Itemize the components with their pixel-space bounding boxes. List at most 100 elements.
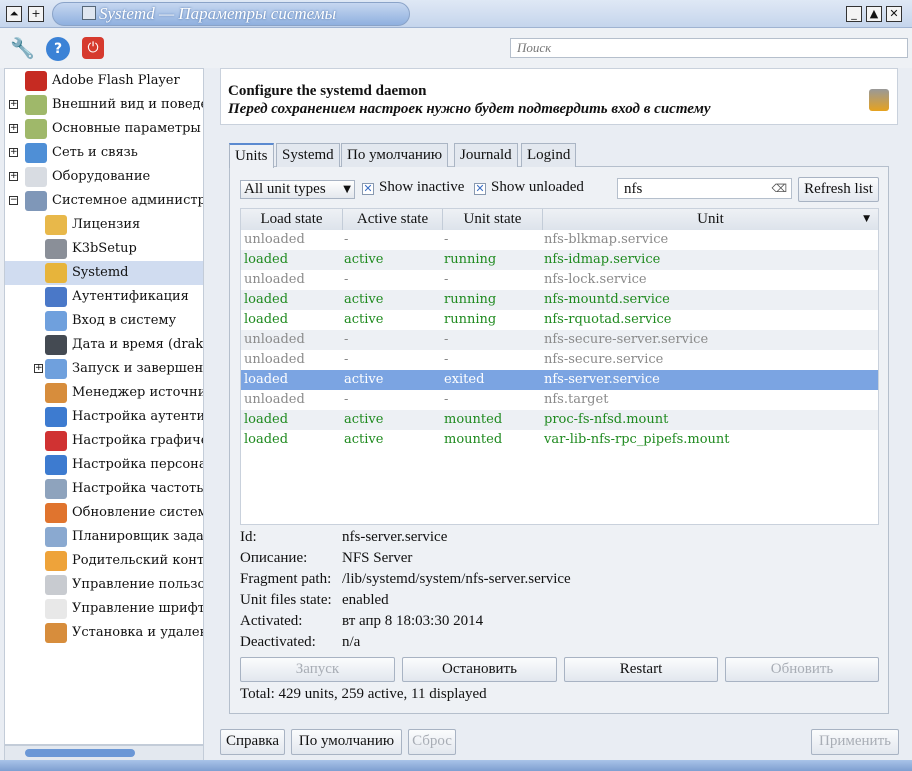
defaults-button[interactable]: По умолчанию: [291, 729, 402, 755]
tree-item[interactable]: + Сеть и связь: [5, 141, 203, 165]
tree-item[interactable]: + Основные параметры рабочей среды: [5, 117, 203, 141]
tree-item[interactable]: Systemd: [5, 261, 203, 285]
tree-item[interactable]: Настройка аутентификации: [5, 405, 203, 429]
table-cell: exited: [444, 372, 485, 387]
table-row[interactable]: loaded active mounted proc-fs-nfsd.mount: [241, 410, 878, 430]
refresh-list-button[interactable]: Refresh list: [798, 177, 879, 202]
help-button[interactable]: Справка: [220, 729, 285, 755]
table-row[interactable]: loaded active running nfs-rquotad.service: [241, 310, 878, 330]
table-cell: mounted: [444, 412, 503, 427]
tree-item[interactable]: Adobe Flash Player: [5, 69, 203, 93]
column-unit[interactable]: Unit ▼: [543, 209, 878, 230]
column-load-state[interactable]: Load state: [241, 209, 343, 230]
tree-item[interactable]: Установка и удаление программ: [5, 621, 203, 645]
tree-item[interactable]: K3bSetup: [5, 237, 203, 261]
restart-button[interactable]: Restart: [564, 657, 718, 682]
tree-item[interactable]: + Внешний вид и поведение: [5, 93, 203, 117]
table-cell: loaded: [244, 372, 289, 387]
column-unit-state[interactable]: Unit state: [443, 209, 543, 230]
clear-icon[interactable]: ⌫: [771, 179, 787, 199]
close-button[interactable]: ✕: [886, 6, 902, 22]
show-unloaded-checkbox[interactable]: ✕: [474, 183, 486, 195]
tree-item[interactable]: Обновление системы: [5, 501, 204, 525]
tree-item[interactable]: Планировщик заданий: [5, 525, 203, 549]
scrollbar-thumb[interactable]: [25, 749, 135, 757]
reset-button[interactable]: Сброс: [408, 729, 456, 755]
app-icon: [82, 6, 96, 20]
table-row[interactable]: loaded active exited nfs-server.service: [241, 370, 878, 390]
tree-item[interactable]: Аутентификация: [5, 285, 203, 309]
table-row[interactable]: loaded active running nfs-mountd.service: [241, 290, 878, 310]
tree-item[interactable]: Менеджер источников: [5, 381, 203, 405]
expand-icon[interactable]: +: [34, 364, 43, 373]
collapse-icon[interactable]: −: [9, 196, 18, 205]
table-cell: loaded: [244, 432, 289, 447]
tree-item[interactable]: + Запуск и завершение: [5, 357, 203, 381]
tree-item[interactable]: Управление пользователями: [5, 573, 203, 597]
table-cell: loaded: [244, 312, 289, 327]
stop-button[interactable]: Остановить: [402, 657, 557, 682]
table-row[interactable]: unloaded - - nfs-secure.service: [241, 350, 878, 370]
table-cell: nfs-rquotad.service: [544, 312, 672, 327]
unit-type-select[interactable]: All unit types ▼: [240, 180, 355, 199]
column-active-state[interactable]: Active state: [343, 209, 443, 230]
tree-item[interactable]: Управление шрифтами: [5, 597, 203, 621]
minimize-button[interactable]: _: [846, 6, 862, 22]
table-cell: -: [444, 232, 449, 247]
power-icon[interactable]: ⏻: [82, 37, 104, 59]
table-row[interactable]: unloaded - - nfs-lock.service: [241, 270, 878, 290]
title-bar: ⏶ + Systemd — Параметры системы _ ▲ ✕: [0, 0, 912, 28]
search-input[interactable]: Поиск: [510, 38, 908, 58]
table-cell: -: [344, 232, 349, 247]
tree-item-label: Оборудование: [52, 169, 151, 184]
category-tree[interactable]: Adobe Flash Player + Внешний вид и поведен…: [4, 68, 204, 745]
tree-item[interactable]: Лицензия: [5, 213, 203, 237]
table-row[interactable]: unloaded - - nfs.target: [241, 390, 878, 410]
tree-item[interactable]: + Оборудование: [5, 165, 203, 189]
tree-item[interactable]: Родительский контроль: [5, 549, 203, 573]
table-cell: nfs.target: [544, 392, 609, 407]
units-table[interactable]: Load state Active state Unit state Unit ▼…: [240, 208, 879, 525]
tree-item[interactable]: Настройка графического сервера: [5, 429, 203, 453]
table-cell: running: [444, 252, 497, 267]
tab-defaults[interactable]: По умолчанию: [341, 143, 449, 167]
table-row[interactable]: unloaded - - nfs-blkmap.service: [241, 230, 878, 250]
table-cell: nfs-lock.service: [544, 272, 647, 287]
tree-item[interactable]: Дата и время (drakclock): [5, 333, 203, 357]
expand-icon[interactable]: +: [9, 124, 18, 133]
table-cell: loaded: [244, 292, 289, 307]
tab-units[interactable]: Units: [229, 143, 274, 168]
table-row[interactable]: unloaded - - nfs-secure-server.service: [241, 330, 878, 350]
show-inactive-checkbox[interactable]: ✕: [362, 183, 374, 195]
expand-icon[interactable]: +: [9, 100, 18, 109]
tab-logind[interactable]: Logind: [521, 143, 577, 167]
show-inactive-label[interactable]: Show inactive: [379, 179, 464, 196]
expand-icon[interactable]: +: [9, 148, 18, 157]
reload-button[interactable]: Обновить: [725, 657, 879, 682]
maximize-button[interactable]: ▲: [866, 6, 882, 22]
start-button[interactable]: Запуск: [240, 657, 395, 682]
unit-filter-input[interactable]: nfs ⌫: [617, 178, 792, 199]
tree-item[interactable]: Настройка частоты процессора: [5, 477, 203, 501]
chevron-down-icon: ▼: [343, 184, 351, 195]
wrench-icon[interactable]: 🔧: [10, 36, 35, 60]
menu-icon[interactable]: ⏶: [6, 6, 22, 22]
pin-icon[interactable]: +: [28, 6, 44, 22]
category-icon: [45, 383, 67, 403]
table-cell: -: [344, 352, 349, 367]
tree-item[interactable]: − Системное администрирование: [5, 189, 203, 213]
table-row[interactable]: loaded active running nfs-idmap.service: [241, 250, 878, 270]
help-icon[interactable]: ?: [46, 37, 70, 61]
tab-systemd[interactable]: Systemd: [276, 143, 340, 167]
tab-journald[interactable]: Journald: [454, 143, 518, 167]
table-cell: unloaded: [244, 272, 305, 287]
show-unloaded-label[interactable]: Show unloaded: [491, 179, 584, 196]
table-cell: -: [444, 332, 449, 347]
horizontal-scrollbar[interactable]: [4, 745, 204, 761]
apply-button[interactable]: Применить: [811, 729, 899, 755]
tree-item-label: Обновление системы: [72, 505, 204, 520]
tree-item[interactable]: Вход в систему: [5, 309, 203, 333]
table-row[interactable]: loaded active mounted var-lib-nfs-rpc_pipef…: [241, 430, 878, 450]
expand-icon[interactable]: +: [9, 172, 18, 181]
tree-item[interactable]: Настройка персонального брандмауэра: [5, 453, 203, 477]
